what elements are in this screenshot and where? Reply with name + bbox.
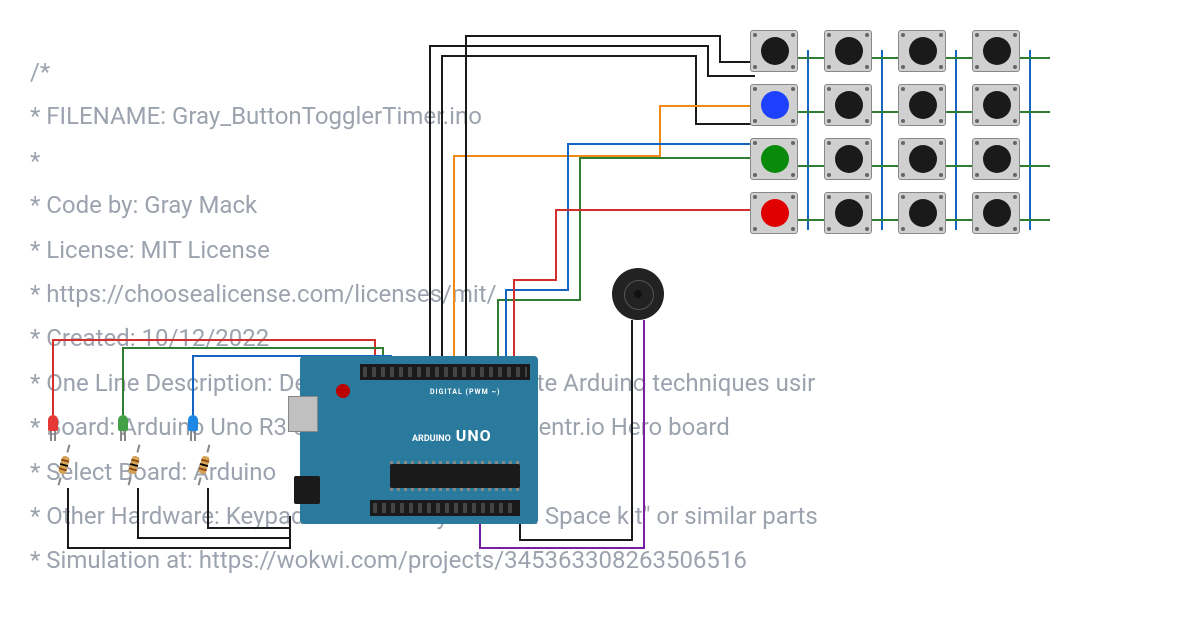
digital-pins-label: DIGITAL (PWM ~) [430,388,500,396]
code-line: * Other Hardware: Keypad from "30 Days L… [30,494,1200,538]
reset-button[interactable] [336,384,350,398]
key-button-icon [909,145,937,173]
blue-key[interactable] [750,84,798,126]
green-led[interactable] [118,415,128,431]
board-brand-label: ARDUINO UNO [412,426,492,445]
key-button-icon [835,145,863,173]
keypad-key-r2c3[interactable] [972,138,1020,180]
keypad-key-r3c2[interactable] [898,192,946,234]
code-line: * Created: 10/12/2022 [30,316,1200,360]
keypad-key-r2c2[interactable] [898,138,946,180]
key-button-icon [983,37,1011,65]
keypad-key-r0c2[interactable] [898,30,946,72]
arduino-uno-board[interactable]: ARDUINO UNO DIGITAL (PWM ~) [300,356,538,524]
key-button-icon [761,37,789,65]
digital-pin-header[interactable] [360,364,530,380]
key-button-icon [761,91,789,119]
key-button-icon [983,91,1011,119]
usb-port [288,396,318,432]
keypad-key-r1c3[interactable] [972,84,1020,126]
key-button-icon [983,145,1011,173]
piezo-buzzer[interactable] [612,268,664,320]
key-button-icon [761,145,789,173]
green-key[interactable] [750,138,798,180]
key-button-icon [909,37,937,65]
code-line: * Board: Arduino Uno R3 compatible such … [30,405,1200,449]
key-button-icon [835,199,863,227]
red-led[interactable] [48,415,58,431]
code-line: * Simulation at: https://wokwi.com/proje… [30,538,1200,582]
analog-power-pin-header[interactable] [370,500,520,516]
keypad-key-r1c2[interactable] [898,84,946,126]
key-button-icon [835,91,863,119]
keypad-4x4 [750,30,1050,240]
red-key[interactable] [750,192,798,234]
keypad-key-r0c0[interactable] [750,30,798,72]
code-line: * One Line Description: Demonstrate inte… [30,361,1200,405]
keypad-key-r1c1[interactable] [824,84,872,126]
key-button-icon [909,91,937,119]
keypad-key-r2c1[interactable] [824,138,872,180]
power-jack [294,476,320,504]
keypad-key-r3c3[interactable] [972,192,1020,234]
keypad-key-r0c3[interactable] [972,30,1020,72]
key-button-icon [835,37,863,65]
keypad-key-r3c1[interactable] [824,192,872,234]
key-button-icon [909,199,937,227]
keypad-key-r0c1[interactable] [824,30,872,72]
key-button-icon [983,199,1011,227]
blue-led[interactable] [188,415,198,431]
atmega-chip [390,464,520,488]
key-button-icon [761,199,789,227]
